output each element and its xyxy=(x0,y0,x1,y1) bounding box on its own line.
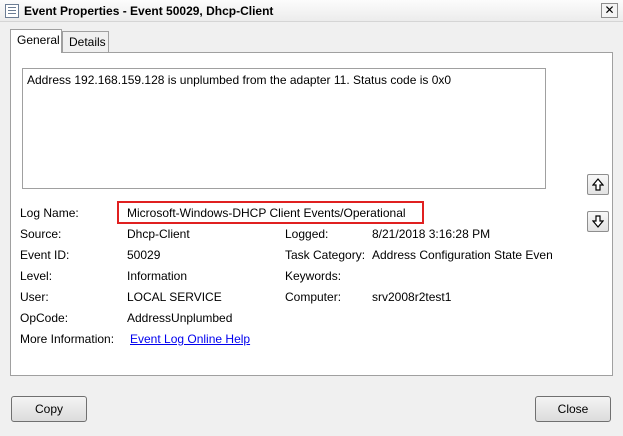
tab-general[interactable]: General xyxy=(10,29,62,53)
window-title: Event Properties - Event 50029, Dhcp-Cli… xyxy=(24,4,274,18)
event-description-text: Address 192.168.159.128 is unplumbed fro… xyxy=(27,73,452,87)
event-log-online-help-link[interactable]: Event Log Online Help xyxy=(130,332,250,347)
tab-details[interactable]: Details xyxy=(62,31,109,52)
user-label: User: xyxy=(20,290,49,304)
opcode-value: AddressUnplumbed xyxy=(127,311,233,325)
opcode-label: OpCode: xyxy=(20,311,69,325)
event-properties-icon xyxy=(5,4,19,18)
task-category-label: Task Category: xyxy=(285,248,366,262)
level-label: Level: xyxy=(20,269,53,283)
arrow-up-icon xyxy=(592,178,604,191)
next-event-button[interactable] xyxy=(587,211,609,232)
keywords-label: Keywords: xyxy=(285,269,342,283)
title-bar: Event Properties - Event 50029, Dhcp-Cli… xyxy=(0,0,623,22)
arrow-down-icon xyxy=(592,215,604,228)
user-value: LOCAL SERVICE xyxy=(127,290,222,304)
event-id-value: 50029 xyxy=(127,248,161,262)
log-name-label: Log Name: xyxy=(20,206,79,220)
source-value: Dhcp-Client xyxy=(127,227,190,241)
log-name-value: Microsoft-Windows-DHCP Client Events/Ope… xyxy=(127,206,406,220)
more-information-label: More Information: xyxy=(20,332,115,346)
previous-event-button[interactable] xyxy=(587,174,609,195)
event-id-label: Event ID: xyxy=(20,248,70,262)
task-category-value: Address Configuration State Event xyxy=(372,248,552,262)
logged-label: Logged: xyxy=(285,227,329,241)
window-close-button[interactable]: ✕ xyxy=(601,3,618,18)
source-label: Source: xyxy=(20,227,62,241)
logged-value: 8/21/2018 3:16:28 PM xyxy=(372,227,491,241)
copy-button[interactable]: Copy xyxy=(11,396,87,422)
event-description-box[interactable]: Address 192.168.159.128 is unplumbed fro… xyxy=(22,68,546,189)
close-button[interactable]: Close xyxy=(535,396,611,422)
computer-value: srv2008r2test1 xyxy=(372,290,452,304)
level-value: Information xyxy=(127,269,188,283)
computer-label: Computer: xyxy=(285,290,342,304)
